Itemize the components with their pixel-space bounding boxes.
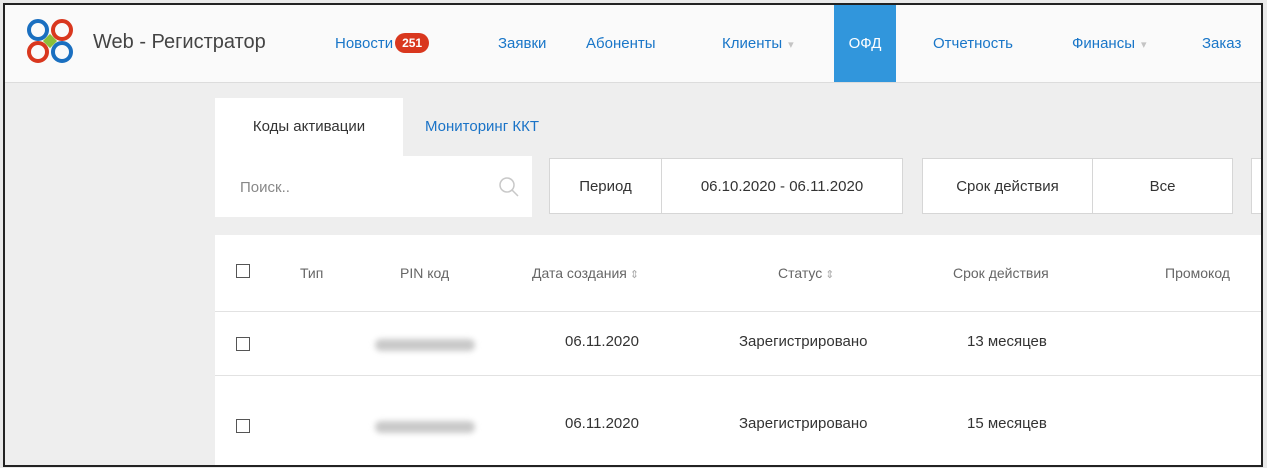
cell-validity: 15 месяцев (967, 415, 1047, 432)
nav-reports[interactable]: Отчетность (933, 5, 1013, 82)
validity-select[interactable]: Все (1092, 158, 1233, 214)
nav-news-label: Новости (335, 35, 394, 52)
pin-code-redacted (375, 421, 475, 433)
app-window: Web - Регистратор Новости 251 Заявки Абон… (3, 3, 1263, 467)
news-count-badge: 251 (395, 33, 430, 53)
nav-clients[interactable]: Клиенты ▾ (722, 5, 794, 82)
col-status-label: Статус (778, 265, 823, 281)
divider (215, 311, 1261, 312)
cell-created: 06.11.2020 (565, 415, 639, 432)
col-type: Тип (300, 265, 324, 281)
col-created-label: Дата создания (532, 265, 627, 281)
col-created[interactable]: Дата создания ⇕ (532, 235, 639, 311)
chevron-down-icon: ▾ (1140, 39, 1147, 51)
pin-code-redacted (375, 339, 475, 351)
nav-subscribers[interactable]: Абоненты (586, 5, 656, 82)
filter-extra[interactable] (1251, 158, 1261, 214)
nav-finance[interactable]: Финансы ▾ (1072, 5, 1147, 82)
validity-label: Срок действия (922, 158, 1093, 214)
tab-kkt-monitoring[interactable]: Мониторинг ККТ (425, 98, 539, 156)
tab-activation-codes[interactable]: Коды активации (215, 98, 403, 156)
search-input[interactable] (215, 156, 522, 219)
period-picker[interactable]: 06.10.2020 - 06.11.2020 (661, 158, 903, 214)
nav-finance-label: Финансы (1072, 35, 1135, 52)
app-title: Web - Регистратор (93, 31, 266, 53)
sort-icon[interactable]: ⇕ (630, 269, 639, 281)
nav-news[interactable]: Новости 251 (335, 5, 430, 82)
logo-icon[interactable] (26, 19, 74, 63)
col-validity: Срок действия (953, 265, 1049, 281)
row-checkbox[interactable] (236, 419, 250, 433)
search-icon[interactable] (498, 176, 520, 198)
cell-status: Зарегистрировано (739, 333, 868, 350)
nav-requests[interactable]: Заявки (498, 5, 546, 82)
nav-clients-label: Клиенты (722, 35, 783, 52)
top-navbar: Web - Регистратор Новости 251 Заявки Абон… (5, 5, 1261, 83)
row-checkbox[interactable] (236, 337, 250, 351)
select-all-checkbox[interactable] (236, 264, 250, 278)
cell-status: Зарегистрировано (739, 415, 868, 432)
nav-ofd[interactable]: ОФД (834, 5, 896, 82)
cell-created: 06.11.2020 (565, 333, 639, 350)
activation-codes-table: Тип PIN код Дата создания ⇕ Статус ⇕ Срок … (215, 235, 1261, 465)
divider (215, 375, 1261, 376)
period-label: Период (549, 158, 662, 214)
cell-validity: 13 месяцев (967, 333, 1047, 350)
col-promo: Промокод (1165, 265, 1230, 281)
sort-icon[interactable]: ⇕ (825, 269, 834, 281)
search-box (215, 156, 532, 219)
col-status[interactable]: Статус ⇕ (778, 235, 834, 311)
col-pin: PIN код (400, 265, 450, 281)
chevron-down-icon: ▾ (788, 39, 794, 51)
nav-order[interactable]: Заказ (1202, 5, 1241, 82)
